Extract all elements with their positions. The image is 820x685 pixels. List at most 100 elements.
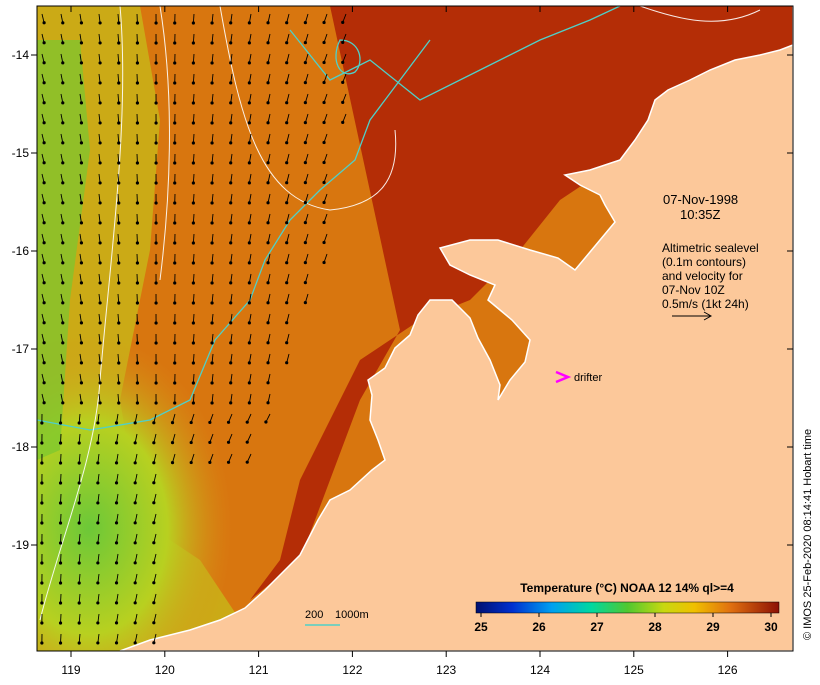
velocity-arrow-head (136, 281, 139, 284)
velocity-arrow-head (192, 321, 195, 324)
velocity-arrow-head (96, 641, 99, 644)
x-tick-label: 121 (249, 663, 269, 677)
velocity-arrow-head (43, 401, 46, 404)
velocity-arrow-head (210, 41, 213, 44)
velocity-arrow-head (78, 481, 81, 484)
plot-area (37, 6, 793, 651)
velocity-arrow-head (80, 281, 83, 284)
velocity-arrow-head (266, 221, 269, 224)
velocity-arrow-head (96, 541, 99, 544)
x-tick-label: 119 (61, 663, 80, 677)
velocity-arrow-head (285, 141, 288, 144)
velocity-arrow-head (136, 181, 139, 184)
velocity-arrow-head (285, 101, 288, 104)
velocity-arrow-head (134, 481, 137, 484)
velocity-arrow-head (96, 521, 99, 524)
velocity-arrow-head (264, 420, 267, 423)
velocity-arrow-head (78, 561, 81, 564)
velocity-arrow-head (229, 61, 232, 64)
velocity-arrow-head (136, 201, 139, 204)
velocity-arrow-head (266, 101, 269, 104)
y-tick-label: -14 (12, 48, 30, 62)
velocity-arrow-head (78, 541, 81, 544)
velocity-arrow-head (173, 381, 176, 384)
y-tick-label: -15 (12, 146, 30, 160)
velocity-arrow-head (136, 21, 139, 24)
velocity-arrow-head (266, 21, 269, 24)
velocity-arrow-head (341, 41, 344, 44)
velocity-arrow-head (115, 421, 118, 424)
colorbar-ramp (476, 602, 779, 613)
velocity-arrow-head (192, 341, 195, 344)
info-line-4: 07-Nov 10Z (662, 283, 725, 297)
velocity-arrow-head (43, 121, 46, 124)
velocity-arrow-head (248, 181, 251, 184)
velocity-arrow-head (59, 641, 62, 644)
velocity-arrow-head (136, 361, 139, 364)
velocity-arrow-head (322, 241, 325, 244)
velocity-arrow-head (43, 81, 46, 84)
velocity-arrow-head (248, 21, 251, 24)
velocity-arrow-head (98, 181, 101, 184)
info-line-5: 0.5m/s (1kt 24h) (662, 297, 749, 311)
velocity-arrow-head (152, 421, 155, 424)
velocity-arrow-head (98, 261, 101, 264)
map-svg: 119120121122123124125126 -14-15-16-17-18… (0, 0, 820, 680)
velocity-arrow-head (134, 581, 137, 584)
velocity-arrow-head (152, 561, 155, 564)
velocity-arrow-head (117, 21, 120, 24)
velocity-arrow-head (96, 501, 99, 504)
velocity-arrow-head (43, 201, 46, 204)
velocity-arrow-head (192, 61, 195, 64)
velocity-arrow-head (173, 41, 176, 44)
velocity-arrow-head (154, 161, 157, 164)
x-tick-label: 125 (624, 663, 644, 677)
velocity-arrow-head (152, 541, 155, 544)
velocity-arrow-head (43, 381, 46, 384)
velocity-arrow-head (59, 441, 62, 444)
velocity-arrow-head (40, 641, 43, 644)
velocity-arrow-head (192, 241, 195, 244)
velocity-arrow-head (285, 181, 288, 184)
info-line-2: (0.1m contours) (662, 255, 746, 269)
velocity-arrow-head (304, 121, 307, 124)
velocity-arrow-head (98, 401, 101, 404)
velocity-arrow-head (61, 341, 64, 344)
colorbar-tick-label: 29 (706, 620, 720, 634)
velocity-arrow-head (322, 21, 325, 24)
velocity-arrow-head (134, 461, 137, 464)
velocity-arrow-head (285, 301, 288, 304)
velocity-arrow-head (210, 341, 213, 344)
velocity-arrow-head (229, 261, 232, 264)
velocity-arrow-head (192, 101, 195, 104)
depth-legend-200: 200 (305, 609, 323, 621)
velocity-arrow-head (192, 81, 195, 84)
velocity-arrow-head (136, 141, 139, 144)
velocity-arrow-head (152, 521, 155, 524)
velocity-arrow-head (248, 321, 251, 324)
velocity-arrow-head (229, 21, 232, 24)
velocity-arrow-head (117, 361, 120, 364)
velocity-arrow-head (43, 181, 46, 184)
velocity-arrow-head (171, 421, 174, 424)
velocity-arrow-head (98, 101, 101, 104)
velocity-arrow-head (173, 241, 176, 244)
x-tick-label: 122 (342, 663, 362, 677)
velocity-arrow-head (208, 421, 211, 424)
velocity-arrow-head (210, 221, 213, 224)
info-line-3: and velocity for (662, 269, 743, 283)
velocity-arrow-head (40, 441, 43, 444)
velocity-arrow-head (98, 321, 101, 324)
velocity-arrow-head (154, 101, 157, 104)
velocity-arrow-head (80, 321, 83, 324)
velocity-arrow-head (173, 321, 176, 324)
velocity-arrow-head (78, 621, 81, 624)
velocity-arrow-head (304, 241, 307, 244)
velocity-arrow-head (96, 481, 99, 484)
velocity-arrow-head (80, 41, 83, 44)
velocity-arrow-head (80, 141, 83, 144)
velocity-arrow-head (43, 221, 46, 224)
velocity-arrow-head (98, 301, 101, 304)
velocity-arrow-head (304, 301, 307, 304)
velocity-arrow-head (136, 301, 139, 304)
